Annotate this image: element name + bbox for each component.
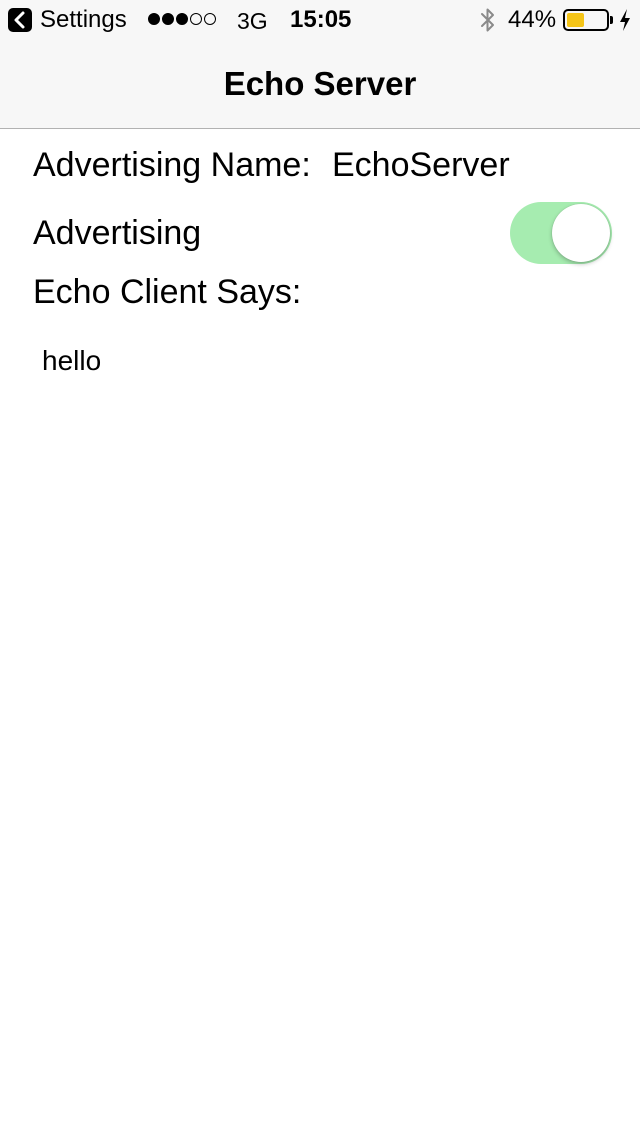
signal-dot [204, 13, 216, 25]
signal-dot [190, 13, 202, 25]
back-to-app-button[interactable] [8, 8, 32, 32]
navigation-bar: Echo Server [0, 40, 640, 129]
advertising-name-label: Advertising Name: [33, 146, 311, 184]
battery-icon [563, 9, 609, 31]
battery-tip [610, 16, 613, 24]
charging-bolt-icon [618, 8, 632, 37]
toggle-knob[interactable] [552, 204, 610, 262]
signal-dot [176, 13, 188, 25]
echo-client-label: Echo Client Says: [33, 273, 302, 311]
advertising-label: Advertising [33, 214, 202, 252]
app-screen: Settings 3G 15:05 44% Echo Server Advert… [0, 0, 640, 1136]
network-type: 3G [237, 8, 268, 34]
signal-dot [148, 13, 160, 25]
battery-level-fill [567, 13, 584, 27]
clock-time: 15:05 [290, 6, 352, 33]
page-title: Echo Server [223, 65, 417, 102]
battery-percent: 44% [508, 6, 557, 33]
bluetooth-icon [478, 7, 498, 38]
chevron-left-icon [14, 11, 25, 29]
back-app-label[interactable]: Settings [40, 6, 127, 34]
advertising-toggle[interactable] [510, 202, 612, 264]
status-bar: Settings 3G 15:05 44% [0, 0, 640, 40]
signal-dot [162, 13, 174, 25]
echo-message-text: hello [42, 345, 102, 376]
advertising-name-value: EchoServer [332, 146, 510, 184]
